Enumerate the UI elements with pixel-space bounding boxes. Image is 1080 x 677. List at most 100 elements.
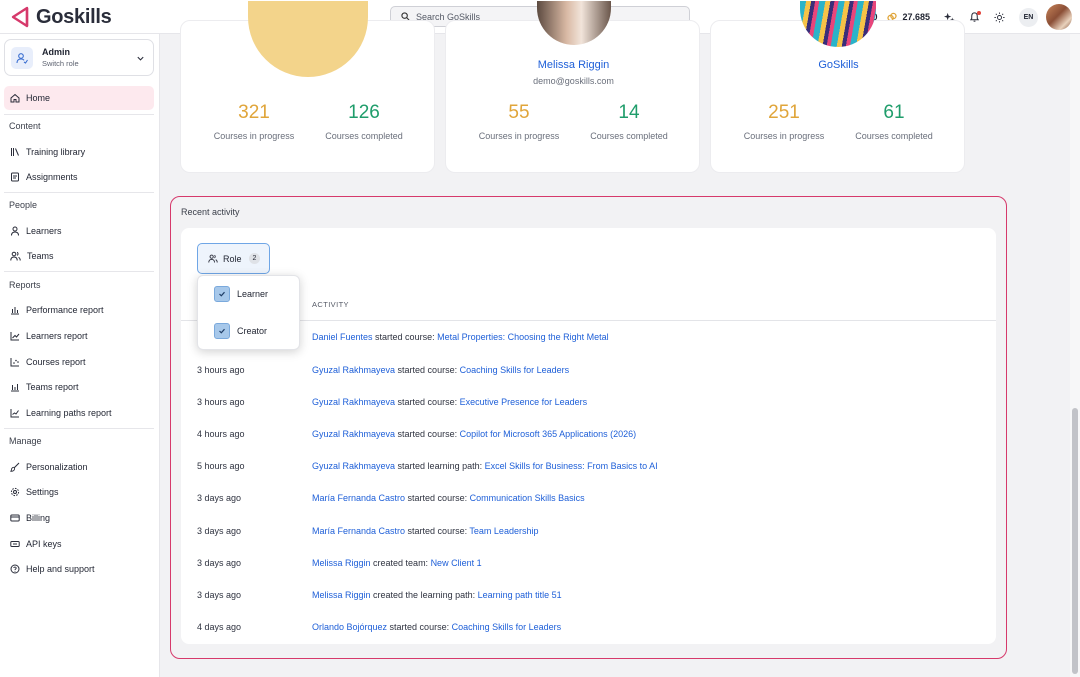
activity-target-link[interactable]: Communication Skills Basics — [470, 493, 585, 503]
admin-role-icon — [11, 46, 33, 69]
theme-toggle[interactable] — [994, 11, 1005, 23]
sidebar-item-api-keys[interactable]: API keys — [4, 532, 154, 556]
check-icon — [219, 291, 225, 297]
sidebar-item-settings[interactable]: Settings — [4, 480, 154, 504]
role-switcher[interactable]: Admin Switch role — [4, 39, 154, 76]
sidebar-item-label: API keys — [26, 539, 62, 549]
sidebar-item-label: Assignments — [26, 172, 78, 182]
card-avatar — [248, 1, 368, 77]
sidebar-item-teams-report[interactable]: Teams report — [4, 375, 154, 399]
activity-time: 3 days ago — [197, 590, 242, 600]
activity-text: Daniel Fuentes started course: Metal Pro… — [312, 321, 609, 353]
role-filter-count: 2 — [248, 253, 261, 264]
sidebar-item-teams[interactable]: Teams — [4, 244, 154, 268]
activity-time: 3 hours ago — [197, 397, 245, 407]
activity-verb: started course: — [395, 397, 460, 407]
activity-user-link[interactable]: Gyuzal Rakhmayeva — [312, 461, 395, 471]
activity-target-link[interactable]: Metal Properties: Choosing the Right Met… — [437, 332, 609, 342]
activity-user-link[interactable]: Gyuzal Rakhmayeva — [312, 429, 395, 439]
courses-in-progress-label: Courses in progress — [213, 131, 295, 141]
sidebar-item-label: Performance report — [26, 305, 104, 315]
users-icon — [10, 251, 21, 261]
activity-text: María Fernanda Castro started course: Co… — [312, 482, 585, 514]
activity-user-link[interactable]: Gyuzal Rakhmayeva — [312, 365, 395, 375]
role-filter-button[interactable]: Role 2 — [197, 243, 270, 274]
role-option-creator[interactable]: Creator — [214, 323, 267, 339]
role-title: Admin — [42, 47, 70, 57]
gear-icon — [10, 487, 20, 497]
sidebar-item-learning-paths-report[interactable]: Learning paths report — [4, 401, 154, 425]
courses-completed-label: Courses completed — [590, 131, 668, 141]
table-row: 5 hours ago Gyuzal Rakhmayeva started le… — [181, 450, 996, 482]
activity-verb: started course: — [405, 526, 470, 536]
activity-user-link[interactable]: María Fernanda Castro — [312, 493, 405, 503]
sidebar-item-label: Learners report — [26, 331, 88, 341]
user-avatar[interactable] — [1046, 4, 1072, 30]
activity-target-link[interactable]: Excel Skills for Business: From Basics t… — [485, 461, 658, 471]
sidebar-item-label: Teams report — [26, 382, 79, 392]
activity-target-link[interactable]: Executive Presence for Leaders — [460, 397, 588, 407]
sidebar-item-training-library[interactable]: Training library — [4, 140, 154, 164]
activity-text: Melissa Riggin created the learning path… — [312, 579, 562, 611]
sidebar-item-learners-report[interactable]: Learners report — [4, 324, 154, 348]
table-row: 4 days ago Orlando Bojórquez started cou… — [181, 611, 996, 643]
key-icon — [10, 541, 20, 547]
activity-verb: started course: — [395, 365, 460, 375]
table-row: 3 days ago María Fernanda Castro started… — [181, 482, 996, 514]
divider — [4, 428, 154, 429]
sidebar-item-home[interactable]: Home — [4, 86, 154, 110]
activity-target-link[interactable]: New Client 1 — [431, 558, 482, 568]
table-row: Daniel Fuentes started course: Metal Pro… — [181, 321, 996, 353]
activity-text: Gyuzal Rakhmayeva started course: Execut… — [312, 386, 587, 418]
notifications-button[interactable] — [969, 10, 981, 23]
activity-text: Melissa Riggin created team: New Client … — [312, 547, 482, 579]
sidebar-item-billing[interactable]: Billing — [4, 506, 154, 530]
activity-text: Orlando Bojórquez started course: Coachi… — [312, 611, 561, 643]
activity-time: 3 days ago — [197, 493, 242, 503]
table-row: 3 days ago Melissa Riggin created team: … — [181, 547, 996, 579]
activity-user-link[interactable]: Melissa Riggin — [312, 590, 371, 600]
sidebar-item-label: Settings — [26, 487, 59, 497]
activity-target-link[interactable]: Copilot for Microsoft 365 Applications (… — [460, 429, 637, 439]
checkbox-checked[interactable] — [214, 286, 230, 302]
section-manage: Manage — [9, 436, 42, 446]
role-subtitle: Switch role — [42, 59, 79, 68]
checkbox-checked[interactable] — [214, 323, 230, 339]
activity-user-link[interactable]: Orlando Bojórquez — [312, 622, 387, 632]
courses-in-progress-label: Courses in progress — [478, 131, 560, 141]
card-name[interactable]: GoSkills — [711, 59, 966, 71]
card-name[interactable]: Melissa Riggin — [446, 59, 701, 71]
assignments-icon — [11, 172, 19, 182]
sidebar-item-courses-report[interactable]: Courses report — [4, 350, 154, 374]
activity-verb: started course: — [395, 429, 460, 439]
role-option-label: Creator — [237, 326, 268, 336]
stats-card-3: GoSkills 251 61 Courses in progress Cour… — [710, 1, 966, 173]
activity-user-link[interactable]: Melissa Riggin — [312, 558, 371, 568]
scatter-chart-icon — [10, 358, 19, 367]
scrollbar-thumb[interactable] — [1072, 408, 1078, 674]
activity-target-link[interactable]: Team Leadership — [469, 526, 538, 536]
divider — [4, 114, 154, 115]
courses-in-progress-label: Courses in progress — [743, 131, 825, 141]
activity-user-link[interactable]: Gyuzal Rakhmayeva — [312, 397, 395, 407]
card-email: demo@goskills.com — [533, 76, 614, 86]
card-avatar — [537, 1, 611, 45]
activity-target-link[interactable]: Learning path title 51 — [478, 590, 562, 600]
table-row: 3 days ago Melissa Riggin created the le… — [181, 579, 996, 611]
activity-user-link[interactable]: María Fernanda Castro — [312, 526, 405, 536]
logo[interactable]: Goskills — [8, 5, 112, 29]
sun-icon — [994, 11, 1005, 23]
sidebar-item-assignments[interactable]: Assignments — [4, 165, 154, 189]
role-option-learner[interactable]: Learner — [214, 286, 268, 302]
activity-target-link[interactable]: Coaching Skills for Leaders — [460, 365, 570, 375]
language-button[interactable]: EN — [1019, 7, 1038, 27]
activity-text: Gyuzal Rakhmayeva started learning path:… — [312, 450, 658, 482]
courses-in-progress-value: 251 — [768, 102, 800, 123]
sidebar-item-help[interactable]: Help and support — [4, 557, 154, 581]
sidebar-item-performance-report[interactable]: Performance report — [4, 298, 154, 322]
activity-user-link[interactable]: Daniel Fuentes — [312, 332, 373, 342]
sidebar-item-personalization[interactable]: Personalization — [4, 455, 154, 479]
sidebar-item-label: Learning paths report — [26, 408, 112, 418]
sidebar-item-learners[interactable]: Learners — [4, 219, 154, 243]
activity-target-link[interactable]: Coaching Skills for Leaders — [452, 622, 562, 632]
